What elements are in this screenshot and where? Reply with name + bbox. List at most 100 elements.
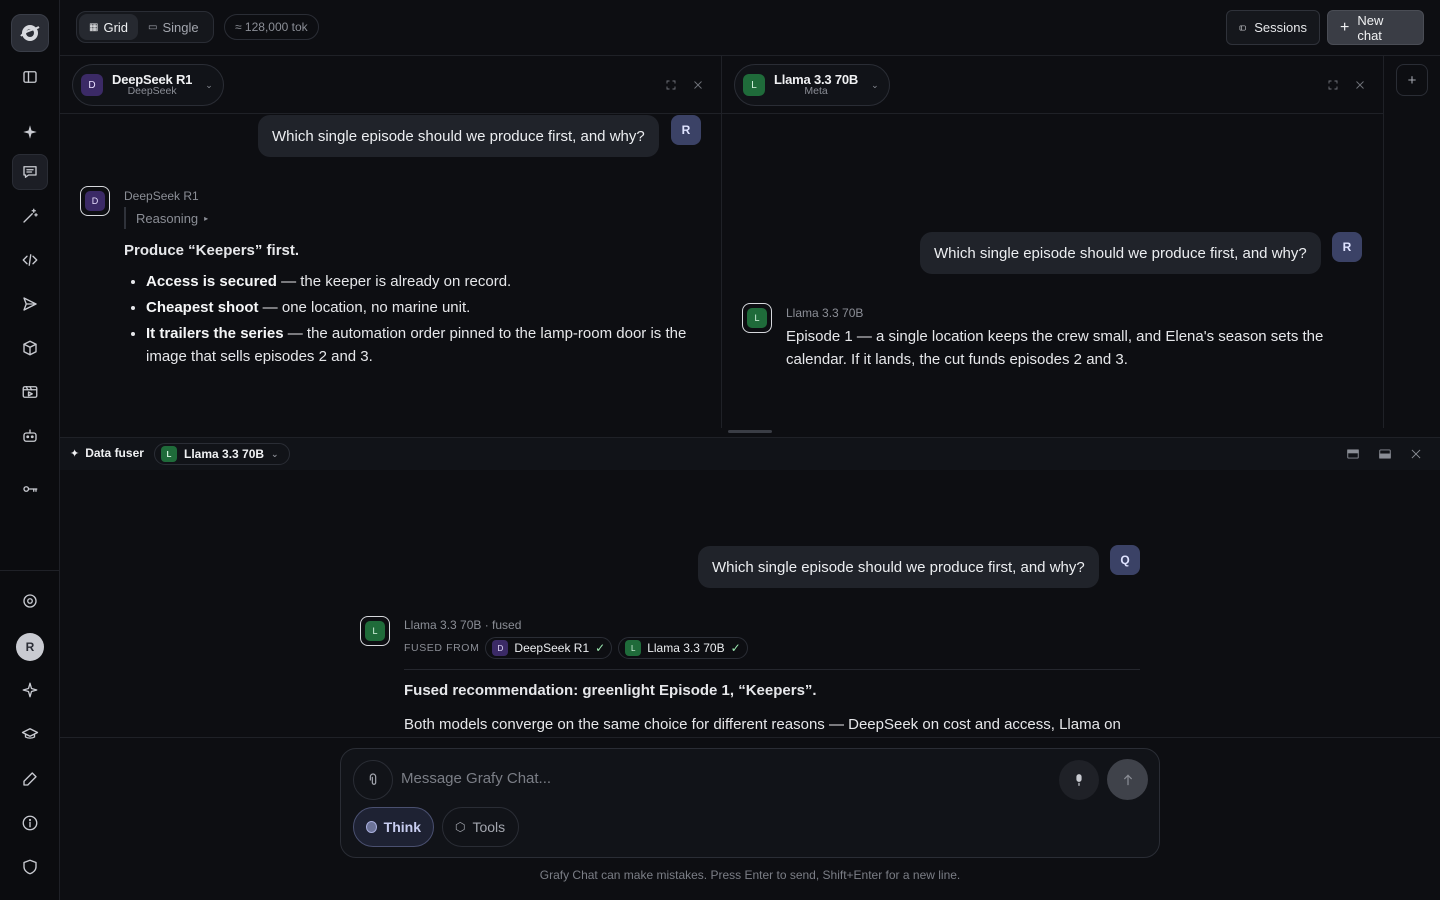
code-icon[interactable] [12, 242, 48, 278]
close-icon[interactable] [1408, 446, 1424, 462]
globe-icon [366, 821, 377, 833]
bot-avatar: D [80, 186, 110, 216]
magic-wand-icon[interactable] [12, 198, 48, 234]
close-icon[interactable] [691, 78, 705, 92]
resize-handle[interactable] [728, 430, 772, 433]
arrow-up-icon [1123, 773, 1132, 785]
source-chip[interactable]: D DeepSeek R1 ✓ [485, 637, 613, 659]
sparkle-icon[interactable] [12, 114, 48, 150]
graduation-cap-icon[interactable] [12, 716, 48, 752]
grid-label: Grid [103, 19, 129, 35]
top-bar: ▦ Grid ▭ Single ≈ 128,000 tok Sessions + N… [60, 0, 1440, 56]
check-icon: ✓ [730, 641, 741, 655]
model-avatar: L [743, 74, 765, 96]
fuser-header: ✦ Data fuser L Llama 3.3 70B ⌄ [60, 438, 1440, 470]
bullet-text: — one location, no marine unit. [258, 299, 471, 316]
message-composer: Think ⬡ Tools [340, 748, 1160, 858]
fuser-model-selector[interactable]: L Llama 3.3 70B ⌄ [154, 443, 290, 465]
chat-icon[interactable] [12, 154, 48, 190]
reasoning-label: Reasoning [136, 210, 199, 226]
model-avatar: L [161, 446, 177, 462]
chat-pane-deepseek: D DeepSeek R1 DeepSeek ⌄ Which single ep… [60, 56, 722, 428]
add-pane-button[interactable]: + [1396, 64, 1428, 96]
user-avatar[interactable]: R [16, 633, 44, 661]
fuser-title-label: Data fuser [85, 446, 144, 460]
bullet-text: — the keeper is already on record. [276, 273, 512, 290]
tools-label: Tools [472, 819, 506, 835]
microphone-icon [1076, 774, 1082, 786]
sidebar-divider [0, 570, 60, 571]
sessions-label: Sessions [1254, 20, 1307, 35]
list-item: Access is secured — the keeper is alread… [146, 270, 704, 293]
minimize-panel-icon[interactable] [1345, 446, 1361, 462]
logo-icon [20, 25, 40, 41]
view-toggle: ▦ Grid ▭ Single [76, 11, 214, 43]
new-chat-button[interactable]: + New chat [1327, 10, 1424, 45]
sparkles-icon[interactable] [12, 672, 48, 708]
pencil-icon[interactable] [12, 761, 48, 797]
shield-icon[interactable] [12, 849, 48, 885]
paperclip-icon [369, 773, 377, 785]
model-selector[interactable]: D DeepSeek R1 DeepSeek ⌄ [72, 64, 224, 106]
chat-pane-llama: L Llama 3.3 70B Meta ⌄ Which single epis… [722, 56, 1384, 428]
message-input[interactable] [401, 770, 1041, 787]
fused-from-row: FUSED FROM D DeepSeek R1 ✓ L Llama 3.3 7… [404, 637, 748, 659]
single-view-button[interactable]: ▭ Single [138, 14, 209, 40]
expand-icon[interactable] [664, 78, 678, 92]
model-name: Llama 3.3 70B [774, 71, 859, 87]
dock-panel-icon[interactable] [1377, 446, 1393, 462]
plus-icon: + [1407, 71, 1417, 89]
chevron-down-icon: ⌄ [871, 79, 879, 90]
disclaimer-footnote: Grafy Chat can make mistakes. Press Ente… [539, 868, 961, 882]
user-avatar: R [671, 115, 701, 145]
model-org: DeepSeek [127, 85, 177, 98]
think-toggle[interactable]: Think [353, 807, 434, 847]
data-fuser-panel: ✦ Data fuser L Llama 3.3 70B ⌄ Which sin… [60, 437, 1440, 738]
hexagon-icon: ⬡ [455, 820, 466, 834]
user-message: Which single episode should we produce f… [258, 115, 659, 157]
answer-list: Access is secured — the keeper is alread… [124, 270, 704, 368]
attach-button[interactable] [353, 760, 393, 800]
bot-icon[interactable] [12, 418, 48, 454]
microphone-button[interactable] [1059, 760, 1099, 800]
bot-avatar-letter: D [85, 191, 105, 211]
user-message: Which single episode should we produce f… [698, 546, 1099, 588]
panel-icon [1239, 25, 1246, 30]
model-selector[interactable]: L Llama 3.3 70B Meta ⌄ [734, 64, 890, 106]
answer-heading: Produce “Keepers” first. [124, 242, 300, 259]
single-label: Single [162, 19, 199, 35]
sessions-button[interactable]: Sessions [1226, 10, 1320, 45]
reasoning-toggle[interactable]: Reasoning ▸ [124, 207, 208, 229]
cube-icon[interactable] [12, 330, 48, 366]
grid-view-button[interactable]: ▦ Grid [79, 14, 139, 40]
tools-button[interactable]: ⬡ Tools [442, 807, 519, 847]
bullet-bold: It trailers the series [146, 325, 284, 342]
pane-header: L Llama 3.3 70B Meta ⌄ [722, 56, 1383, 114]
app-logo[interactable] [11, 14, 49, 52]
single-icon: ▭ [148, 21, 158, 33]
send-button[interactable] [1107, 759, 1148, 800]
source-chip[interactable]: L Llama 3.3 70B ✓ [618, 637, 748, 659]
expand-icon[interactable] [1326, 78, 1340, 92]
user-avatar: R [1332, 232, 1362, 262]
bot-message: Episode 1 — a single location keeps the … [786, 328, 1324, 368]
bot-avatar-letter: L [365, 621, 385, 641]
fused-body: Both models converge on the same choice … [404, 716, 1121, 733]
key-icon[interactable] [12, 471, 48, 507]
model-org: Meta [804, 85, 828, 98]
settings-icon[interactable] [12, 583, 48, 619]
model-avatar: D [81, 74, 103, 96]
fused-from-label: FUSED FROM [404, 642, 480, 654]
info-icon[interactable] [12, 805, 48, 841]
token-badge: ≈ 128,000 tok [224, 14, 319, 40]
close-icon[interactable] [1353, 78, 1367, 92]
chevron-down-icon: ⌄ [205, 79, 213, 90]
caret-right-icon: ▸ [204, 213, 209, 223]
toggle-sidebar-icon[interactable] [12, 59, 48, 95]
send-icon[interactable] [12, 286, 48, 322]
new-chat-label: New chat [1357, 12, 1384, 43]
bot-avatar-letter: L [747, 308, 767, 328]
film-icon[interactable] [12, 374, 48, 410]
pane-header: D DeepSeek R1 DeepSeek ⌄ [60, 56, 721, 114]
grid-icon: ▦ [89, 21, 99, 33]
